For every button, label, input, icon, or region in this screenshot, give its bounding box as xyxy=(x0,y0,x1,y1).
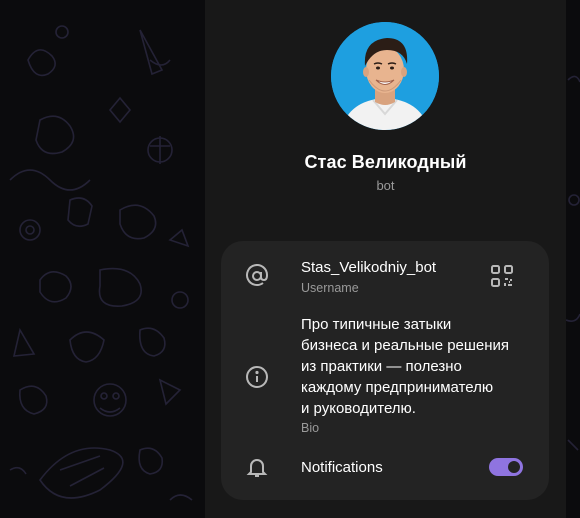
info-icon xyxy=(243,363,271,391)
notifications-label: Notifications xyxy=(301,459,383,476)
username-value: Stas_Velikodniy_bot xyxy=(301,259,437,276)
chat-wallpaper-right xyxy=(566,0,580,518)
profile-panel: Стас Великодный bot Stas_Velikodniy_bot … xyxy=(205,0,566,518)
info-card: Stas_Velikodniy_bot Username Про типичны… xyxy=(221,241,549,500)
avatar[interactable] xyxy=(331,22,439,130)
bio-label: Bio xyxy=(301,421,320,435)
bio-line: и руководителю. xyxy=(301,400,416,417)
bio-line: из практики — полезно xyxy=(301,358,462,375)
bio-text: Про типичные затыки бизнеса и реальные р… xyxy=(301,314,537,419)
chat-wallpaper xyxy=(0,0,205,518)
qr-code-icon[interactable] xyxy=(489,263,515,289)
bell-icon xyxy=(243,453,271,481)
bio-line: Про типичные затыки xyxy=(301,316,452,333)
at-icon xyxy=(243,262,271,290)
profile-name: Стас Великодный xyxy=(304,152,467,172)
username-label: Username xyxy=(301,281,359,295)
toggle-knob xyxy=(506,459,522,475)
bio-line: бизнеса и реальные решения xyxy=(301,337,510,354)
bio-line: каждому предпринимателю xyxy=(301,379,494,396)
profile-status: bot xyxy=(376,178,395,193)
notifications-toggle[interactable] xyxy=(489,458,523,476)
